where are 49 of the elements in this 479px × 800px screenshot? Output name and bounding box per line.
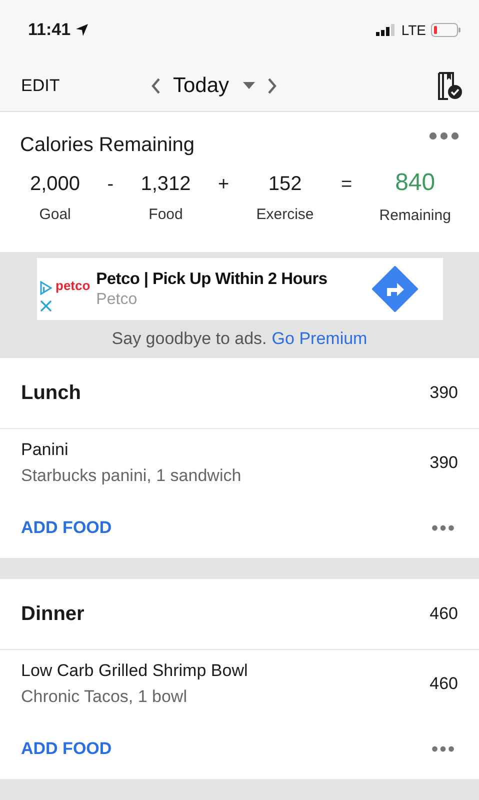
ad-advertiser: Petco: [96, 290, 138, 308]
calorie-value: 152: [268, 173, 302, 196]
meal-calories: 460: [430, 604, 458, 624]
meal-title: Dinner: [21, 602, 84, 626]
close-icon[interactable]: [38, 299, 52, 313]
meal-title: Lunch: [21, 382, 81, 404]
calorie-label: Food: [148, 206, 183, 223]
calorie-value: 2,000: [30, 173, 80, 196]
food-name: Panini: [21, 440, 70, 460]
add-food-button[interactable]: ADD FOOD: [21, 738, 112, 758]
previous-day-icon[interactable]: [151, 78, 161, 94]
add-food-button[interactable]: ADD FOOD: [21, 518, 112, 538]
ad-choices-icon[interactable]: [38, 281, 52, 295]
signal-icon: [376, 24, 396, 36]
food-entry[interactable]: Low Carb Grilled Shrimp Bowl Chronic Tacos, 1 bowl 460: [0, 650, 479, 718]
ad-notice: Say goodbye to ads.: [112, 329, 267, 349]
food-calories: 390: [430, 453, 458, 473]
operator-sign: -: [107, 173, 114, 197]
go-premium-link[interactable]: Go Premium: [272, 329, 368, 349]
operator-sign: +: [218, 173, 230, 197]
battery-icon: [431, 23, 461, 37]
meal-calories: 390: [430, 383, 458, 403]
directions-icon[interactable]: [372, 266, 418, 312]
more-icon[interactable]: [432, 524, 454, 530]
section-title: Calories Remaining: [20, 134, 195, 157]
operator-sign: =: [340, 173, 352, 197]
calorie-label: Remaining: [379, 207, 451, 224]
edit-button[interactable]: EDIT: [21, 76, 151, 96]
food-detail: Chronic Tacos, 1 bowl: [21, 687, 188, 707]
advertiser-logo: petco: [56, 278, 90, 292]
food-entry[interactable]: Panini Starbucks panini, 1 sandwich 390: [0, 429, 479, 497]
calorie-value: 1,312: [140, 173, 191, 196]
calorie-label: Exercise: [256, 206, 314, 223]
more-icon[interactable]: [432, 746, 454, 752]
calorie-value: 840: [395, 169, 436, 197]
network-label: LTE: [401, 22, 426, 38]
date-selector[interactable]: Today: [173, 74, 256, 98]
food-name: Low Carb Grilled Shrimp Bowl: [21, 661, 248, 681]
calorie-label: Goal: [39, 206, 71, 223]
food-detail: Starbucks panini, 1 sandwich: [21, 466, 242, 486]
diary-complete-icon[interactable]: [437, 72, 463, 100]
ad-card[interactable]: petco Petco | Pick Up Within 2 Hours Petco: [36, 258, 442, 320]
caret-icon[interactable]: [243, 82, 256, 89]
food-calories: 460: [430, 674, 458, 694]
more-icon[interactable]: [429, 132, 459, 140]
clock-time: 11:41: [28, 20, 71, 40]
ad-headline: Petco | Pick Up Within 2 Hours: [96, 270, 328, 288]
next-day-icon[interactable]: [267, 78, 278, 94]
location-arrow-icon: [74, 23, 89, 37]
